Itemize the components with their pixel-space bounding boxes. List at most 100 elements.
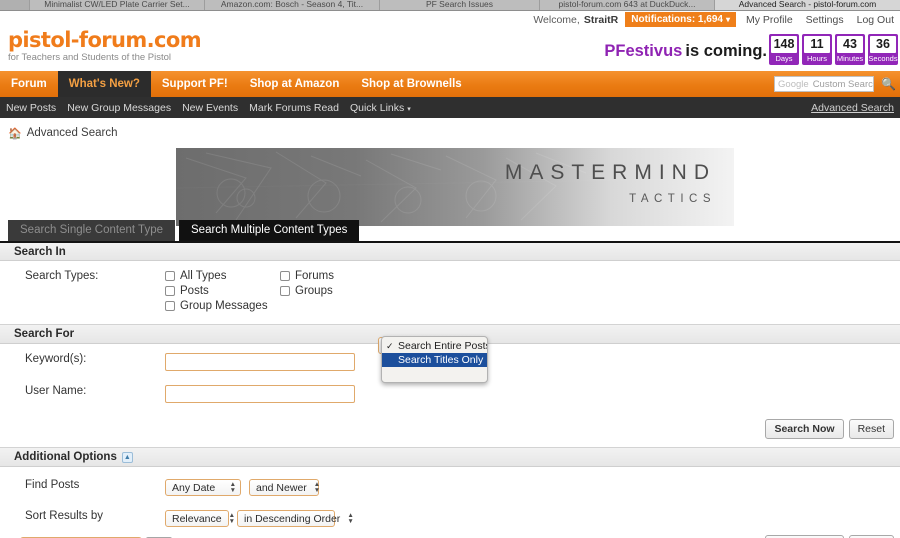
primary-navigation: Forum What's New? Support PF! Shop at Am… (0, 71, 900, 97)
banner-ad-mastermind-tactics[interactable]: MASTERMIND TACTICS (176, 148, 734, 226)
subnav-advanced-search-link[interactable]: Advanced Search (811, 102, 894, 114)
browser-tab[interactable]: Amazon.com: Bosch - Season 4, Tit... (205, 0, 380, 10)
tab-search-single-content-type[interactable]: Search Single Content Type (8, 220, 175, 241)
subnav-item-new-group-messages[interactable]: New Group Messages (67, 102, 171, 114)
browser-tab[interactable]: pistol-forum.com 643 at DuckDuck... (540, 0, 715, 10)
logo-name: pistol-forum.com (8, 28, 202, 52)
additional-options-body: Find Posts Any Date ▲ ▼ and Newer ▲ ▼ Sort… (0, 467, 900, 538)
find-posts-direction-select[interactable]: and Newer ▲ ▼ (249, 479, 320, 496)
browser-tab[interactable]: PF Search Issues (380, 0, 540, 10)
reset-button-top[interactable]: Reset (848, 419, 894, 439)
google-search-input[interactable]: Google Custom Searc (774, 76, 875, 92)
countdown-label: Minutes (836, 54, 864, 63)
search-icon[interactable]: 🔍 (881, 77, 896, 91)
page-root: Minimalist CW/LED Plate Carrier Set... A… (0, 0, 900, 538)
countdown-value: 148 (771, 36, 797, 53)
checkbox-group-messages[interactable]: Group Messages (165, 300, 280, 312)
nav-item-support-pf[interactable]: Support PF! (151, 71, 239, 97)
sort-results-row: Sort Results by Relevance ▲ ▼ in Descendi… (0, 496, 900, 527)
dropdown-option-search-titles-only[interactable]: Search Titles Only (382, 353, 487, 367)
checkbox-label: Groups (295, 285, 333, 297)
secondary-navigation: New Posts New Group Messages New Events … (0, 97, 900, 118)
promo-rest: is coming. (685, 42, 767, 60)
log-out-link[interactable]: Log Out (857, 14, 894, 26)
section-header-additional-options: Additional Options ▲ (0, 447, 900, 467)
search-now-button-top[interactable]: Search Now (765, 419, 844, 439)
notifications-text: Notifications: 1,694 (631, 14, 723, 25)
browser-tab-strip: Minimalist CW/LED Plate Carrier Set... A… (0, 0, 900, 11)
dropdown-filler (382, 367, 487, 380)
search-scope-dropdown-menu[interactable]: ✓ Search Entire Posts Search Titles Only (381, 336, 488, 383)
banner-text: MASTERMIND TACTICS (505, 160, 716, 206)
nav-item-forum[interactable]: Forum (0, 71, 58, 97)
chevron-updown-icon: ▲ ▼ (347, 511, 354, 525)
countdown-label: Days (775, 54, 793, 63)
select-value: Any Date (172, 481, 216, 494)
nav-item-shop-at-amazon[interactable]: Shop at Amazon (239, 71, 351, 97)
banner-title: MASTERMIND (504, 161, 716, 184)
subnav-item-quick-links[interactable]: Quick Links ▾ (350, 102, 411, 114)
notifications-badge[interactable]: Notifications: 1,694 ▾ (625, 12, 736, 27)
dropdown-option-label: Search Titles Only (398, 354, 484, 366)
select-value: in Descending Order (244, 512, 341, 525)
find-posts-date-select[interactable]: Any Date ▲ ▼ (165, 479, 241, 496)
advanced-search-form: Search In Search Types: All Types Posts (0, 241, 900, 538)
search-for-buttons: Search Now Reset (0, 403, 900, 447)
countdown-value: 11 (804, 36, 830, 53)
checkbox-label: Group Messages (180, 300, 268, 312)
sort-results-label: Sort Results by (25, 510, 103, 522)
countdown-unit-hours: 11 Hours (802, 34, 832, 65)
content-type-tabs: Search Single Content Type Search Multip… (8, 220, 360, 241)
check-icon: ✓ (386, 341, 394, 351)
tab-search-multiple-content-types[interactable]: Search Multiple Content Types (179, 220, 360, 241)
checkbox-box[interactable] (165, 271, 175, 281)
username-label: StraitR (583, 13, 619, 26)
checkbox-box[interactable] (165, 301, 175, 311)
countdown-timer: 148 Days 11 Hours 43 Minutes 36 Seconds (769, 34, 898, 65)
countdown-label: Seconds (868, 54, 898, 63)
subnav-item-mark-forums-read[interactable]: Mark Forums Read (249, 102, 339, 114)
subnav-item-new-events[interactable]: New Events (182, 102, 238, 114)
nav-search-area: Google Custom Searc 🔍 (774, 71, 900, 97)
section-title: Search In (14, 245, 66, 258)
browser-tab-active[interactable]: Advanced Search - pistol-forum.com (715, 0, 900, 10)
sort-order-select[interactable]: in Descending Order ▲ ▼ (237, 510, 354, 527)
checkbox-box[interactable] (165, 286, 175, 296)
user-bar: Welcome, StraitR Notifications: 1,694 ▾ M… (0, 11, 900, 28)
countdown-value: 36 (870, 36, 896, 53)
checkbox-forums[interactable]: Forums (280, 270, 395, 282)
username-input[interactable] (165, 385, 355, 403)
my-profile-link[interactable]: My Profile (746, 14, 793, 26)
checkbox-box[interactable] (280, 271, 290, 281)
chevron-down-icon: ▾ (407, 105, 411, 113)
home-icon[interactable]: 🏠 (8, 127, 22, 140)
settings-link[interactable]: Settings (806, 14, 844, 26)
checkbox-groups[interactable]: Groups (280, 285, 395, 297)
bottom-action-bar: Save Search Preferences ▲▼ Go Search Now… (0, 527, 900, 538)
search-types-column-2: Forums Groups (280, 270, 395, 300)
logo-tagline: for Teachers and Students of the Pistol (8, 52, 172, 63)
chevron-up-icon[interactable]: ▲ (121, 451, 133, 463)
dropdown-option-search-entire-posts[interactable]: ✓ Search Entire Posts (382, 339, 487, 353)
banner-subtitle: TACTICS (629, 193, 716, 205)
browser-tab[interactable] (0, 0, 30, 10)
nav-item-whats-new[interactable]: What's New? (57, 71, 151, 97)
browser-tab[interactable]: Minimalist CW/LED Plate Carrier Set... (30, 0, 205, 10)
dropdown-option-label: Search Entire Posts (398, 340, 488, 352)
chevron-updown-icon: ▲ ▼ (228, 511, 236, 525)
checkbox-posts[interactable]: Posts (165, 285, 280, 297)
breadcrumb-current: Advanced Search (26, 127, 118, 139)
chevron-updown-icon: ▲ ▼ (229, 480, 236, 494)
checkbox-label: Forums (295, 270, 334, 282)
keyword-input[interactable] (165, 353, 355, 371)
checkbox-box[interactable] (280, 286, 290, 296)
find-posts-row: Find Posts Any Date ▲ ▼ and Newer ▲ ▼ (0, 467, 900, 496)
nav-item-shop-at-brownells[interactable]: Shop at Brownells (350, 71, 472, 97)
site-logo[interactable]: pistol-forum.com for Teachers and Studen… (8, 28, 202, 63)
checkbox-all-types[interactable]: All Types (165, 270, 280, 282)
subnav-item-new-posts[interactable]: New Posts (6, 102, 56, 114)
find-posts-label: Find Posts (25, 479, 80, 491)
sort-by-select[interactable]: Relevance ▲ ▼ (165, 510, 235, 527)
keyword-label: Keyword(s): (25, 353, 87, 365)
promo-text: PFestivus is coming. (604, 42, 767, 61)
